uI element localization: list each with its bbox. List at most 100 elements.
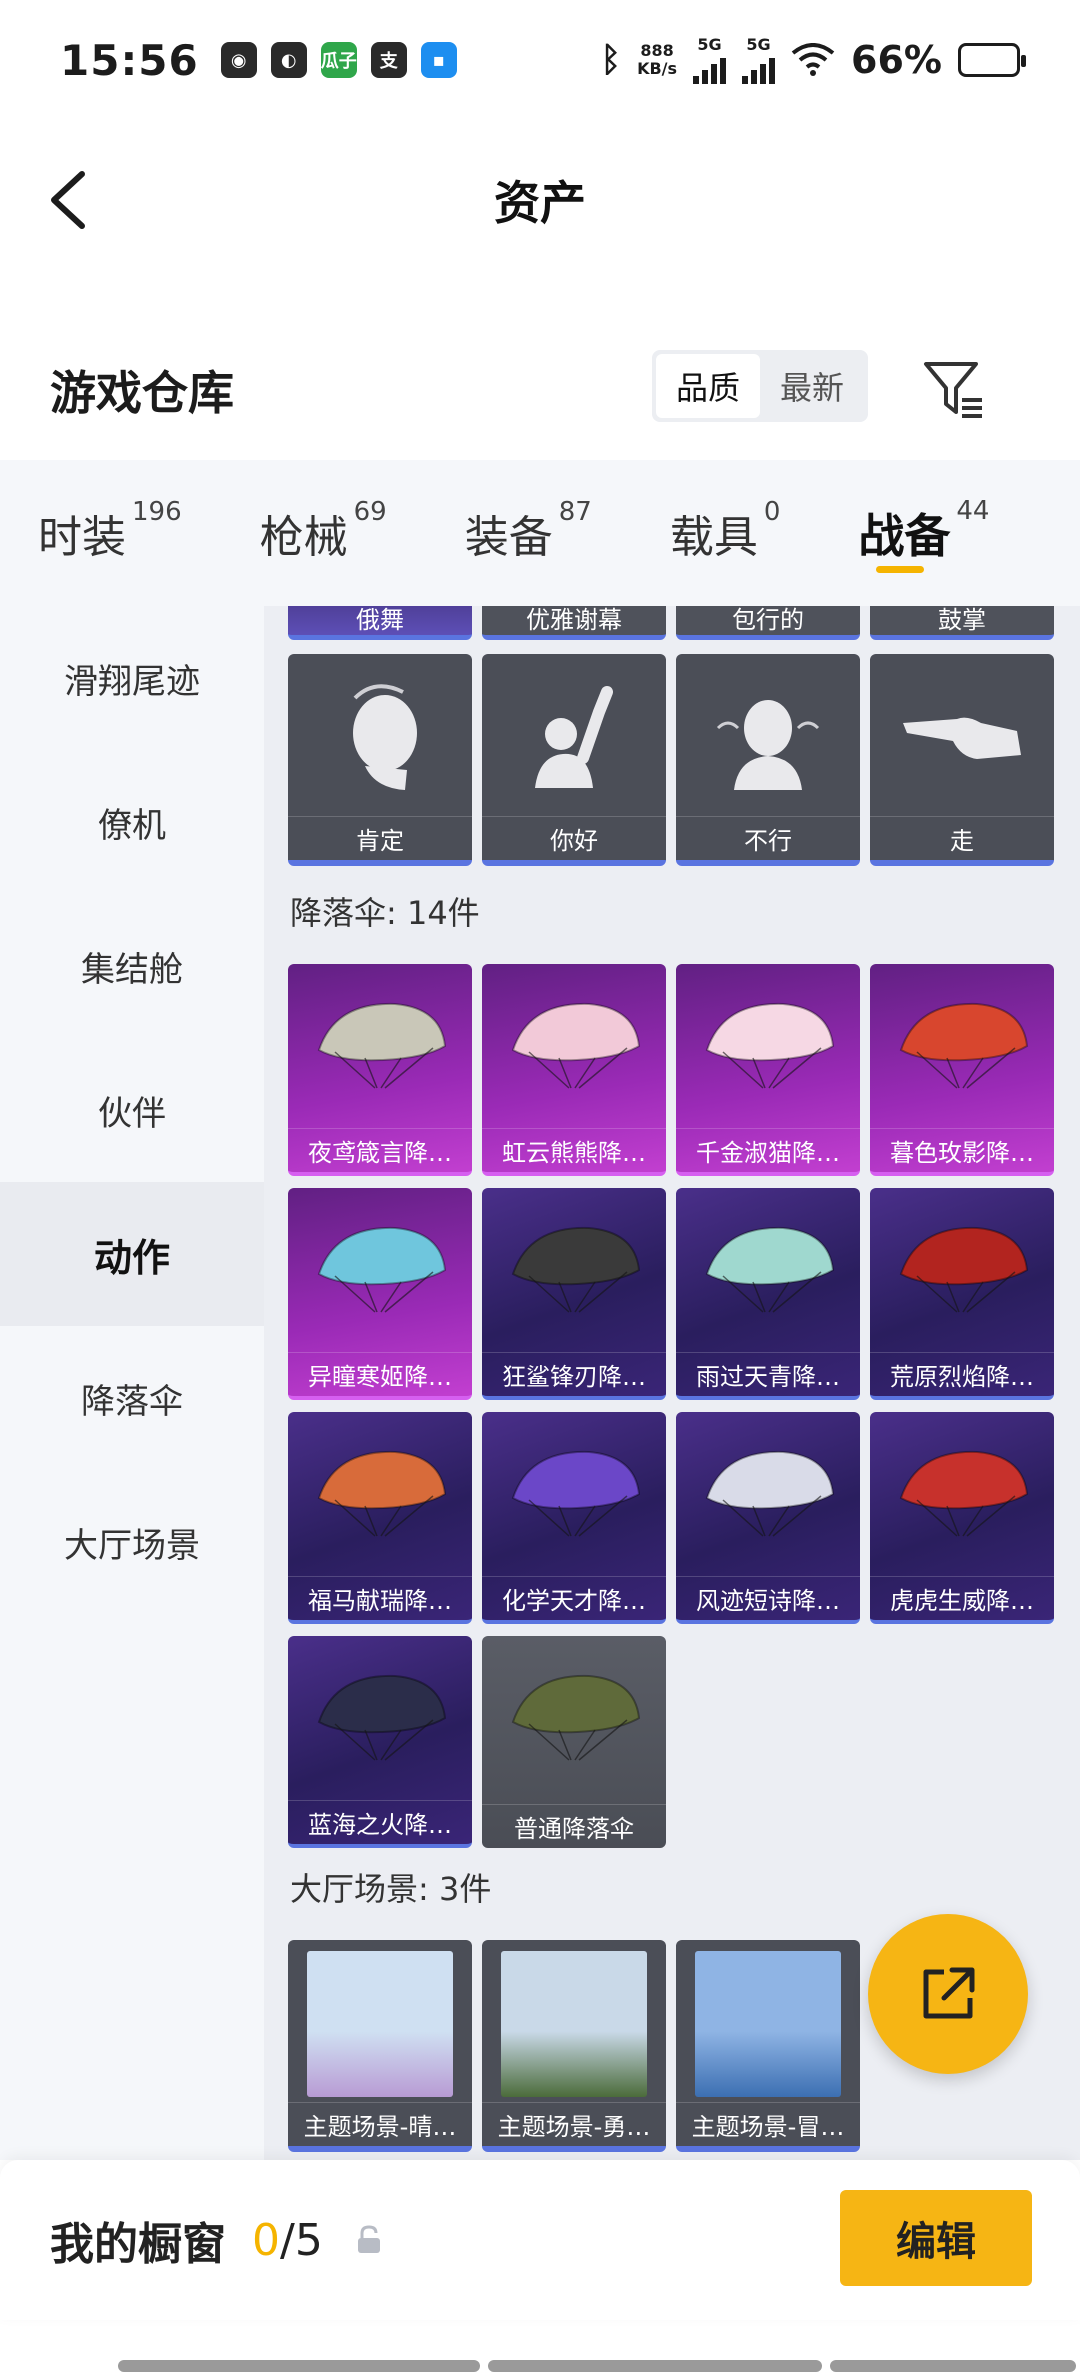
showcase-count: 0/5: [252, 2214, 323, 2266]
item-card[interactable]: 优雅谢幕: [482, 606, 666, 640]
wave-gesture-icon: [482, 654, 666, 822]
wechat-icon: ◉: [220, 42, 257, 78]
parachute-image: [870, 1188, 1054, 1356]
parachute-card[interactable]: 福马献瑞降…: [288, 1412, 472, 1624]
external-link-icon: [923, 1967, 975, 2019]
gesture-bar: [0, 2360, 1080, 2376]
guazi-app-icon: 瓜子: [320, 42, 357, 78]
parachute-image: [288, 964, 472, 1132]
assets-page: 15:56 ◉ ◐ 瓜子 支 ▪ ᛒ 888 KB/s 5G 5G 66% 资产…: [0, 0, 1080, 2376]
alipay-icon: 支: [370, 42, 407, 78]
edit-button[interactable]: 编辑: [840, 2190, 1032, 2286]
parachute-image: [482, 1412, 666, 1580]
parachute-image: [288, 1636, 472, 1804]
point-hand-icon: [870, 654, 1054, 822]
parachute-card[interactable]: 风迹短诗降…: [676, 1412, 860, 1624]
parachute-card[interactable]: 千金淑猫降…: [676, 964, 860, 1176]
sidebar-item-parachute[interactable]: 降落伞: [0, 1326, 264, 1470]
signal-icon: [742, 54, 776, 84]
sort-toggle: 品质 最新: [652, 350, 868, 422]
signal-icon: [693, 54, 727, 84]
shake-head-icon: [676, 654, 860, 822]
chat-icon: ▪: [420, 42, 457, 78]
item-card[interactable]: 鼓掌: [870, 606, 1054, 640]
parachute-image: [288, 1188, 472, 1356]
parachute-card[interactable]: 狂鲨锋刃降…: [482, 1188, 666, 1400]
scene-thumbnail: [676, 1940, 860, 2108]
parachute-card[interactable]: 荒原烈焰降…: [870, 1188, 1054, 1400]
emote-card[interactable]: 肯定: [288, 654, 472, 866]
status-app-icons: ◉ ◐ 瓜子 支 ▪: [220, 42, 457, 78]
emote-card[interactable]: 走: [870, 654, 1054, 866]
parachute-card[interactable]: 化学天才降…: [482, 1412, 666, 1624]
emote-grid: 肯定 你好 不行 走: [288, 654, 1054, 866]
parachute-image: [482, 1636, 666, 1804]
tab-guns[interactable]: 枪械 69: [260, 497, 387, 565]
sidebar-item-wingman[interactable]: 僚机: [0, 750, 264, 894]
sort-newest-button[interactable]: 最新: [760, 354, 864, 418]
status-time: 15:56: [60, 35, 199, 85]
sim1-signal: 5G: [693, 36, 727, 84]
parachute-image: [676, 1188, 860, 1356]
bluetooth-icon: ᛒ: [600, 40, 622, 80]
parachute-image: [676, 1412, 860, 1580]
parachute-card[interactable]: 虎虎生威降…: [870, 1412, 1054, 1624]
showcase-label: 我的橱窗: [50, 2219, 226, 2270]
parachute-card[interactable]: 虹云熊熊降…: [482, 964, 666, 1176]
scene-section-title: 大厅场景: 3件: [290, 1870, 492, 1908]
item-card[interactable]: 包行的: [676, 606, 860, 640]
nav-header: 资产: [0, 120, 1080, 280]
tab-fashion[interactable]: 时装 196: [38, 497, 182, 565]
lock-icon: [357, 2225, 380, 2253]
wifi-icon: [791, 43, 835, 76]
emote-card[interactable]: 你好: [482, 654, 666, 866]
scene-thumbnail: [482, 1940, 666, 2108]
parachute-card[interactable]: 暮色玫影降…: [870, 964, 1054, 1176]
parachute-card[interactable]: 异瞳寒姬降…: [288, 1188, 472, 1400]
sidebar-item-lobby-scene[interactable]: 大厅场景: [0, 1470, 264, 1614]
active-tab-underline: [875, 566, 924, 573]
sim2-signal: 5G: [742, 36, 776, 84]
sidebar-item-emote[interactable]: 动作: [0, 1182, 264, 1326]
parachute-image: [482, 1188, 666, 1356]
parachute-card[interactable]: 蓝海之火降…: [288, 1636, 472, 1848]
sort-quality-button[interactable]: 品质: [656, 354, 760, 418]
parachute-image: [676, 964, 860, 1132]
parachute-image: [482, 964, 666, 1132]
parachute-grid: 夜鸢箴言降… 虹云熊熊降… 千金淑猫降… 暮色玫影降… 异瞳寒姬降… 狂鲨锋刃降… 雨过天青…: [288, 964, 1054, 1848]
tab-combat-prep[interactable]: 战备 44: [858, 496, 989, 573]
lobby-scene-card[interactable]: 主题场景-勇…: [482, 1940, 666, 2152]
sidebar-item-glide-trail[interactable]: 滑翔尾迹: [0, 606, 264, 750]
partial-row: 俄舞 优雅谢幕 包行的 鼓掌: [288, 606, 1054, 640]
parachute-image: [288, 1412, 472, 1580]
sidebar: 滑翔尾迹 僚机 集结舱 伙伴 动作 降落伞 大厅场景: [0, 606, 264, 2160]
parachute-card[interactable]: 夜鸢箴言降…: [288, 964, 472, 1176]
tab-equipment[interactable]: 装备 87: [465, 497, 592, 565]
warehouse-title: 游戏仓库: [50, 366, 234, 420]
browser-icon: ◐: [270, 42, 307, 78]
scene-thumbnail: [288, 1940, 472, 2108]
status-indicators: ᛒ 888 KB/s 5G 5G 66%: [600, 36, 1026, 84]
category-tabs: 时装 196 枪械 69 装备 87 载具 0 战备 44: [0, 460, 1080, 606]
battery-percent: 66%: [851, 38, 942, 82]
sidebar-item-rally-pod[interactable]: 集结舱: [0, 894, 264, 1038]
emote-card[interactable]: 不行: [676, 654, 860, 866]
status-bar: 15:56 ◉ ◐ 瓜子 支 ▪ ᛒ 888 KB/s 5G 5G 66%: [0, 0, 1080, 120]
lobby-scene-card[interactable]: 主题场景-晴…: [288, 1940, 472, 2152]
showcase-bar: 我的橱窗 0/5 编辑: [0, 2160, 1080, 2320]
back-arrow-icon[interactable]: [36, 160, 116, 240]
share-button[interactable]: [868, 1914, 1028, 2074]
net-speed: 888 KB/s: [637, 41, 678, 78]
nod-gesture-icon: [288, 654, 472, 822]
lobby-scene-card[interactable]: 主题场景-冒…: [676, 1940, 860, 2152]
battery-icon: [958, 43, 1026, 77]
tab-vehicles[interactable]: 载具 0: [670, 497, 781, 565]
sidebar-item-partner[interactable]: 伙伴: [0, 1038, 264, 1182]
warehouse-header: 游戏仓库 品质 最新: [0, 330, 1080, 450]
item-card[interactable]: 俄舞: [288, 606, 472, 640]
page-title: 资产: [494, 176, 586, 230]
filter-icon[interactable]: [920, 356, 988, 424]
parachute-card[interactable]: 雨过天青降…: [676, 1188, 860, 1400]
parachute-image: [870, 964, 1054, 1132]
parachute-card[interactable]: 普通降落伞: [482, 1636, 666, 1848]
